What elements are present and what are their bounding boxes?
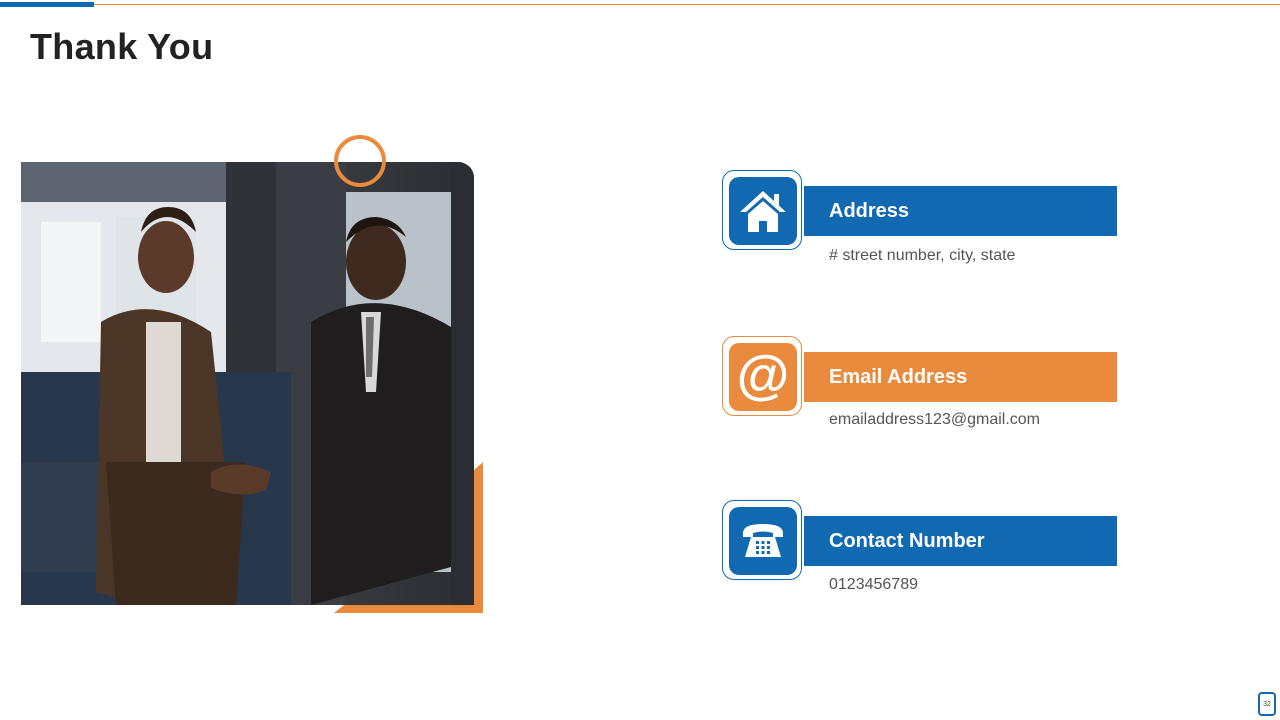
email-label: Email Address	[804, 352, 1117, 402]
address-label: Address	[804, 186, 1117, 236]
page-number-badge: 32	[1258, 692, 1276, 716]
icon-frame	[722, 170, 802, 250]
handshake-photo	[21, 162, 474, 605]
contact-item-email: @ Email Address emailaddress123@gmail.co…	[722, 336, 1117, 428]
telephone-icon	[729, 507, 797, 575]
icon-frame	[722, 500, 802, 580]
icon-frame: @	[722, 336, 802, 416]
email-detail[interactable]: emailaddress123@gmail.com	[829, 411, 1040, 429]
top-divider-line	[0, 4, 1280, 5]
top-accent-bar	[0, 2, 94, 7]
address-detail: # street number, city, state	[829, 247, 1016, 264]
phone-label: Contact Number	[804, 516, 1117, 566]
at-sign-icon: @	[729, 343, 797, 411]
house-icon	[729, 177, 797, 245]
decorative-ring	[334, 135, 386, 187]
contact-item-address: Address # street number, city, state	[722, 170, 1117, 264]
contact-item-phone: Contact Number 0123456789	[722, 500, 1117, 593]
phone-detail: 0123456789	[829, 576, 918, 593]
page-title: Thank You	[30, 26, 214, 67]
